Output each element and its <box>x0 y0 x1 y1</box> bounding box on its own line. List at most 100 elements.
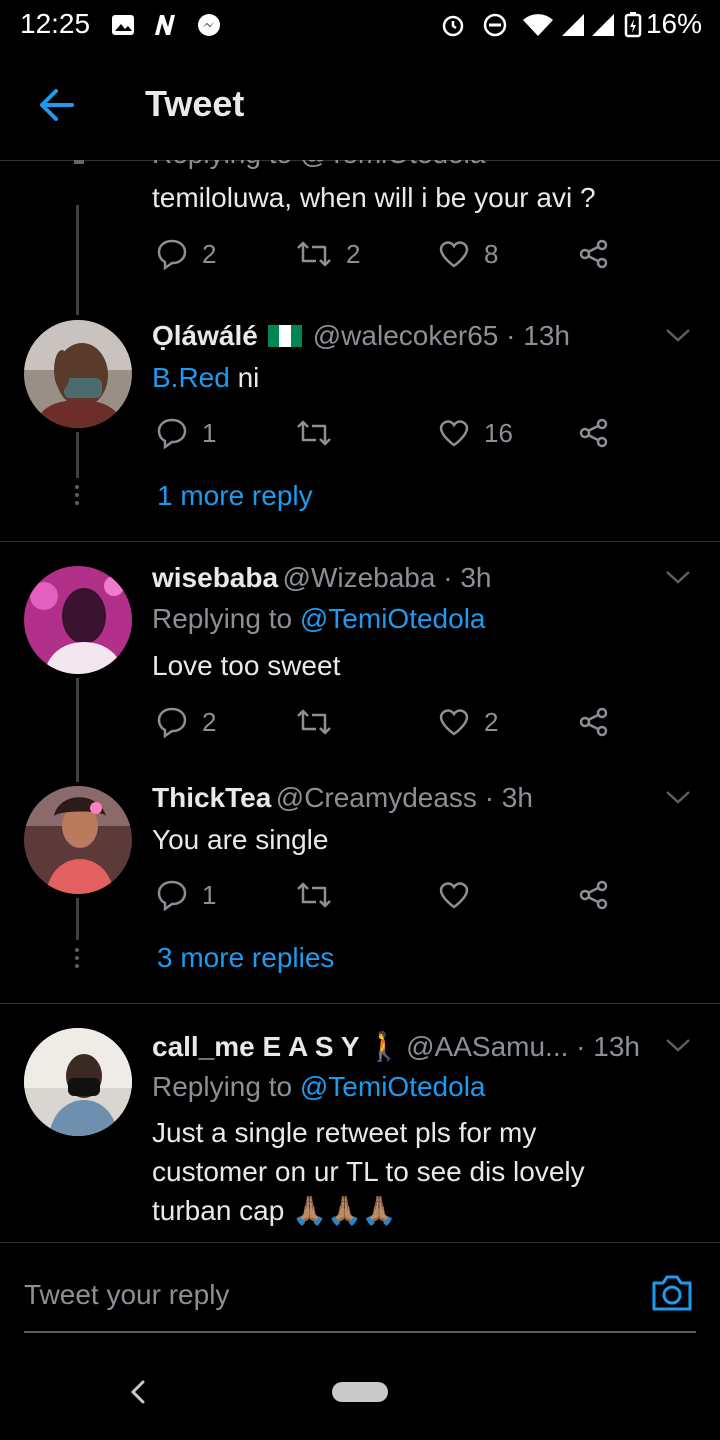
like-button[interactable] <box>438 879 484 911</box>
thread-dots <box>75 481 79 509</box>
share-icon[interactable] <box>578 417 610 449</box>
reply-button[interactable]: 2 <box>156 238 216 270</box>
share-icon[interactable] <box>578 706 610 738</box>
like-button[interactable]: 16 <box>438 417 513 449</box>
signal-icon <box>562 14 584 36</box>
handle-and-time: @Creamydeass · 3h <box>275 782 533 813</box>
retweet-button[interactable] <box>296 706 346 738</box>
display-name[interactable]: call_me E A S Y 🚶 <box>152 1031 402 1062</box>
replying-to-label: Replying to @TemiOtedola <box>152 160 485 170</box>
heart-icon <box>439 241 469 268</box>
page-title: Tweet <box>145 83 245 124</box>
replying-to-mention[interactable]: @TemiOtedola <box>300 603 486 634</box>
signal-2-icon <box>592 14 614 36</box>
retweet-button[interactable] <box>296 879 346 911</box>
handle-and-time: @walecoker65 · 13h <box>312 320 570 351</box>
tweet-text-line: turban cap 🙏🏽🙏🏽🙏🏽 <box>152 1195 397 1226</box>
retweet-icon <box>297 241 331 267</box>
tweet-text: Just a single retweet pls for my custome… <box>152 1113 585 1230</box>
reply-count: 1 <box>202 879 217 910</box>
retweet-button[interactable]: 2 <box>296 238 360 270</box>
camera-icon[interactable] <box>650 1273 694 1313</box>
avatar[interactable] <box>24 566 132 674</box>
tweet-header: ThickTea @Creamydeass · 3h <box>152 782 533 814</box>
avatar[interactable] <box>24 786 132 894</box>
dnd-icon <box>483 13 507 37</box>
like-count: 8 <box>484 238 499 269</box>
more-replies-link[interactable]: 1 more reply <box>157 480 313 512</box>
replying-prefix: Replying to <box>152 1071 300 1102</box>
avatar[interactable] <box>24 320 132 428</box>
home-pill[interactable] <box>332 1382 388 1402</box>
thread-line <box>76 432 79 478</box>
heart-icon <box>439 882 469 909</box>
reply-feed[interactable]: Replying to @TemiOtedola temiloluwa, whe… <box>0 160 720 1242</box>
nigeria-flag-icon <box>268 325 303 347</box>
heart-icon <box>439 709 469 736</box>
thread-line <box>76 898 79 940</box>
reply-button[interactable]: 1 <box>156 879 216 911</box>
chevron-down-icon[interactable] <box>664 567 692 587</box>
reply-icon <box>157 239 187 270</box>
display-name[interactable]: ThickTea <box>152 782 271 813</box>
heart-icon <box>439 420 469 447</box>
reply-icon <box>157 707 187 738</box>
mention-link[interactable]: B.Red <box>152 362 230 393</box>
messenger-icon <box>198 14 220 36</box>
tweet-text-line: customer on ur TL to see dis lovely <box>152 1156 585 1187</box>
reply-button[interactable]: 1 <box>156 417 216 449</box>
status-time: 12:25 <box>20 8 91 39</box>
tweet-text: You are single <box>152 824 329 855</box>
replying-to-label: Replying to @TemiOtedola <box>152 603 485 635</box>
retweet-icon <box>297 420 331 446</box>
reply-count: 1 <box>202 417 217 448</box>
tweet-header: wisebaba @Wizebaba · 3h <box>152 562 491 594</box>
cut-avatar-fragment <box>74 160 84 164</box>
top-app-bar: Tweet <box>0 50 720 161</box>
handle-and-time: @Wizebaba · 3h <box>282 562 492 593</box>
more-replies-link[interactable]: 3 more replies <box>157 942 334 974</box>
system-nav-bar <box>0 1342 720 1440</box>
like-count: 2 <box>484 706 499 737</box>
avatar[interactable] <box>24 1028 132 1136</box>
share-icon[interactable] <box>578 879 610 911</box>
nav-back-icon[interactable] <box>128 1378 148 1406</box>
display-name[interactable]: wisebaba <box>152 562 278 593</box>
reply-icon <box>157 880 187 911</box>
divider <box>0 541 720 542</box>
like-button[interactable]: 2 <box>438 706 498 738</box>
reply-icon <box>157 418 187 449</box>
back-arrow-icon[interactable] <box>38 88 74 122</box>
tweet-text: Love too sweet <box>152 650 341 681</box>
thread-line <box>76 678 79 782</box>
reply-count: 2 <box>202 706 217 737</box>
chevron-down-icon[interactable] <box>664 1035 692 1055</box>
gallery-icon <box>112 15 134 35</box>
reply-input[interactable]: Tweet your reply <box>24 1279 229 1311</box>
chevron-down-icon[interactable] <box>664 325 692 345</box>
tweet-text: B.Red ni <box>152 358 259 397</box>
thread-line <box>76 205 79 315</box>
battery-percent: 16% <box>645 8 702 39</box>
reply-button[interactable]: 2 <box>156 706 216 738</box>
replying-to-label: Replying to @TemiOtedola <box>152 1071 485 1103</box>
app-n-icon <box>155 15 175 35</box>
chevron-down-icon[interactable] <box>664 787 692 807</box>
replying-to-mention[interactable]: @TemiOtedola <box>300 1071 486 1102</box>
retweet-icon <box>297 882 331 908</box>
reply-composer[interactable]: Tweet your reply <box>0 1242 720 1343</box>
battery-icon <box>624 12 642 38</box>
handle-and-time: @AASamu... · 13h <box>406 1031 640 1062</box>
alarm-icon <box>442 15 464 37</box>
display-name[interactable]: Ọláwálé <box>152 320 258 351</box>
tweet-text-line: Just a single retweet pls for my <box>152 1117 537 1148</box>
tweet-text: temiloluwa, when will i be your avi ? <box>152 182 596 213</box>
retweet-icon <box>297 709 331 735</box>
replying-prefix: Replying to <box>152 603 300 634</box>
share-icon[interactable] <box>578 238 610 270</box>
tweet-text-rest: ni <box>229 362 260 393</box>
retweet-button[interactable] <box>296 417 346 449</box>
status-bar: 12:25 16% <box>0 0 720 50</box>
like-count: 16 <box>484 417 513 448</box>
like-button[interactable]: 8 <box>438 238 498 270</box>
